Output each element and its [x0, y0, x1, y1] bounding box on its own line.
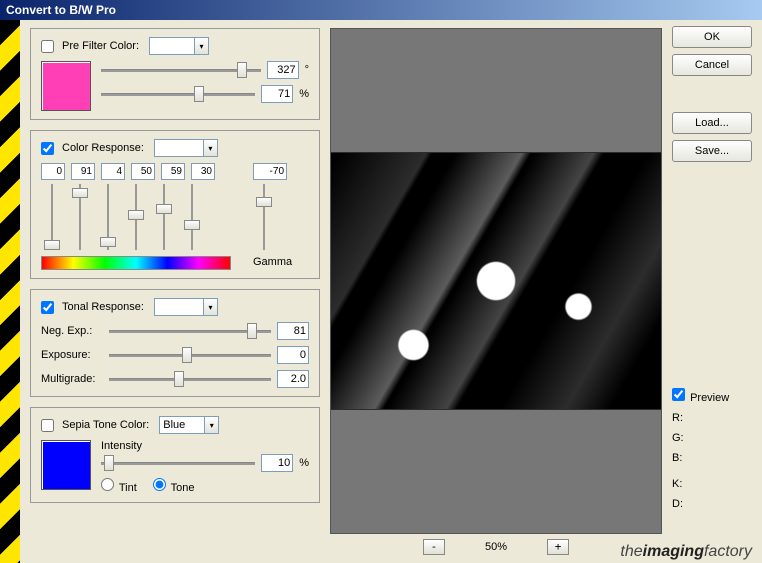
- tonal-response-checkbox[interactable]: [41, 301, 54, 314]
- gamma-label: Gamma: [253, 256, 309, 268]
- color-response-label: Color Response:: [62, 142, 144, 154]
- sat-slider[interactable]: [101, 85, 255, 103]
- sepia-dropdown-value: Blue: [160, 419, 204, 431]
- multigrade-slider[interactable]: [109, 370, 271, 388]
- ch1-value[interactable]: 91: [71, 163, 95, 180]
- negexp-label: Neg. Exp.:: [41, 325, 103, 337]
- exposure-value[interactable]: 0: [277, 346, 309, 364]
- spectrum-bar: [41, 256, 231, 270]
- pre-filter-panel: Pre Filter Color: ▾ 327 °: [30, 28, 320, 120]
- preview-image: [331, 152, 661, 410]
- negexp-slider[interactable]: [109, 322, 271, 340]
- exposure-label: Exposure:: [41, 349, 103, 361]
- tonal-response-dropdown[interactable]: ▾: [154, 298, 218, 316]
- intensity-suffix: %: [299, 457, 309, 469]
- ch4-value[interactable]: 59: [161, 163, 185, 180]
- percent-suffix: %: [299, 88, 309, 100]
- hue-value[interactable]: 327: [267, 61, 299, 79]
- tonal-response-label: Tonal Response:: [62, 301, 144, 313]
- chevron-down-icon: ▾: [194, 38, 208, 54]
- ch2-slider[interactable]: [97, 184, 119, 250]
- save-button[interactable]: Save...: [672, 140, 752, 162]
- multigrade-label: Multigrade:: [41, 373, 103, 385]
- tonal-response-panel: Tonal Response: ▾ Neg. Exp.: 81 Exposure…: [30, 289, 320, 397]
- ch3-value[interactable]: 50: [131, 163, 155, 180]
- zoom-out-button[interactable]: -: [423, 539, 445, 555]
- chevron-down-icon: ▾: [203, 299, 217, 315]
- intensity-label: Intensity: [101, 440, 309, 452]
- tint-radio-label[interactable]: Tint: [101, 478, 137, 494]
- exposure-slider[interactable]: [109, 346, 271, 364]
- sat-value[interactable]: 71: [261, 85, 293, 103]
- g-label: G:: [672, 428, 684, 448]
- ch0-slider[interactable]: [41, 184, 63, 250]
- sepia-panel: Sepia Tone Color: Blue ▾ Intensity 10 %: [30, 407, 320, 503]
- ok-button[interactable]: OK: [672, 26, 752, 48]
- chevron-down-icon: ▾: [203, 140, 217, 156]
- pre-filter-checkbox[interactable]: [41, 40, 54, 53]
- zoom-in-button[interactable]: +: [547, 539, 569, 555]
- r-label: R:: [672, 408, 683, 428]
- gamma-slider[interactable]: [253, 184, 275, 250]
- chevron-down-icon: ▾: [204, 417, 218, 433]
- color-response-checkbox[interactable]: [41, 142, 54, 155]
- sepia-checkbox[interactable]: [41, 419, 54, 432]
- ch5-value[interactable]: 30: [191, 163, 215, 180]
- title-bar: Convert to B/W Pro: [0, 0, 762, 20]
- ch4-slider[interactable]: [153, 184, 175, 250]
- degree-suffix: °: [305, 64, 309, 76]
- d-label: D:: [672, 494, 683, 514]
- intensity-slider[interactable]: [101, 454, 255, 472]
- ch2-value[interactable]: 4: [101, 163, 125, 180]
- ch1-slider[interactable]: [69, 184, 91, 250]
- tint-radio[interactable]: [101, 478, 114, 491]
- zoom-label: 50%: [485, 541, 507, 553]
- sepia-dropdown[interactable]: Blue ▾: [159, 416, 219, 434]
- preview-area: - 50% +: [330, 28, 662, 534]
- gamma-value[interactable]: -70: [253, 163, 287, 180]
- hue-slider[interactable]: [101, 61, 261, 79]
- preview-checkbox-label[interactable]: Preview: [672, 392, 729, 404]
- ch0-value[interactable]: 0: [41, 163, 65, 180]
- color-response-dropdown[interactable]: ▾: [154, 139, 218, 157]
- pre-filter-dropdown[interactable]: ▾: [149, 37, 209, 55]
- sepia-label: Sepia Tone Color:: [62, 419, 149, 431]
- cancel-button[interactable]: Cancel: [672, 54, 752, 76]
- negexp-value[interactable]: 81: [277, 322, 309, 340]
- k-label: K:: [672, 474, 682, 494]
- color-response-panel: Color Response: ▾ 0 91 4 50 59 30: [30, 130, 320, 279]
- sepia-swatch[interactable]: [41, 440, 91, 490]
- b-label: B:: [672, 448, 682, 468]
- ch3-slider[interactable]: [125, 184, 147, 250]
- preview-checkbox[interactable]: [672, 388, 685, 401]
- intensity-value[interactable]: 10: [261, 454, 293, 472]
- multigrade-value[interactable]: 2.0: [277, 370, 309, 388]
- window-title: Convert to B/W Pro: [6, 3, 116, 17]
- tone-radio-label[interactable]: Tone: [153, 478, 195, 494]
- ch5-slider[interactable]: [181, 184, 203, 250]
- pre-filter-label: Pre Filter Color:: [62, 40, 139, 52]
- hazard-stripe: [0, 20, 20, 563]
- pre-filter-swatch[interactable]: [41, 61, 91, 111]
- brand-logo: theimagingfactory: [620, 543, 752, 561]
- load-button[interactable]: Load...: [672, 112, 752, 134]
- tone-radio[interactable]: [153, 478, 166, 491]
